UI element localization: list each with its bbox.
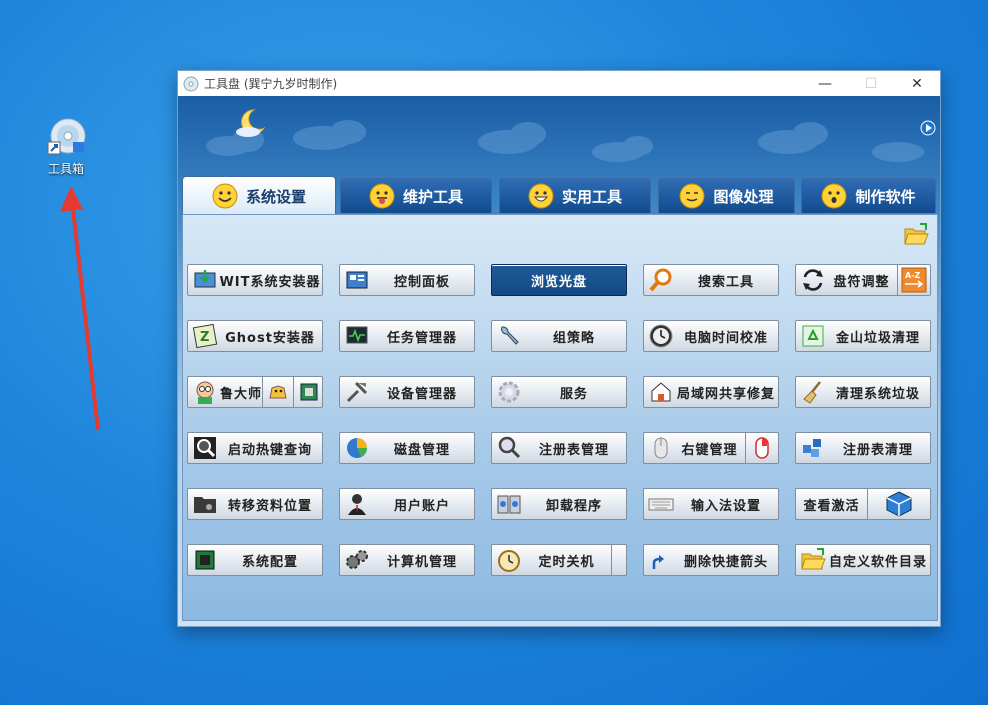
mouse-icon	[654, 437, 668, 459]
gear-icon	[498, 381, 520, 403]
open-folder-icon[interactable]	[903, 223, 929, 247]
grin-icon	[528, 183, 554, 209]
input-method-settings-button[interactable]: 输入法设置	[643, 488, 779, 520]
device-manager-button[interactable]: 设备管理器	[339, 376, 475, 408]
check-activation-button[interactable]: 查看激活	[795, 488, 931, 520]
pie-disk-icon	[347, 438, 367, 458]
move-data-location-button[interactable]: 转移资料位置	[187, 488, 323, 520]
recycle-icon	[802, 325, 824, 347]
smiley-icon	[212, 183, 238, 209]
magnifier-icon	[649, 268, 672, 292]
tab-label: 系统设置	[245, 187, 306, 206]
dark-magnifier-icon	[194, 437, 216, 459]
tab-maintenance-tools[interactable]: 维护工具	[340, 178, 492, 213]
user-accounts-button[interactable]: 用户账户	[339, 488, 475, 520]
search-tool-button[interactable]: 搜索工具	[643, 264, 779, 296]
tab-panel: WIT系统安装器 控制面板 浏览光盘 搜索工具 盘符调整 A-Z Z Ghost…	[182, 214, 938, 621]
scheduled-shutdown-button[interactable]: 定时关机	[491, 544, 627, 576]
wit-installer-button[interactable]: WIT系统安装器	[187, 264, 323, 296]
master-lu-face-icon	[196, 381, 214, 404]
clean-system-junk-button[interactable]: 清理系统垃圾	[795, 376, 931, 408]
time-sync-button[interactable]: 电脑时间校准	[643, 320, 779, 352]
keyboard-icon	[648, 498, 674, 511]
installer-icon	[194, 270, 216, 288]
drive-letter-adjust-button[interactable]: 盘符调整 A-Z	[795, 264, 931, 296]
close-button[interactable]: ✕	[894, 71, 940, 96]
tab-system-settings[interactable]: 系统设置	[182, 176, 336, 215]
tab-label: 制作软件	[855, 187, 916, 206]
broom-icon	[803, 381, 821, 404]
registry-manager-button[interactable]: 注册表管理	[491, 432, 627, 464]
dog-icon	[262, 377, 293, 407]
browse-disc-button[interactable]: 浏览光盘	[491, 264, 627, 296]
search-icon	[498, 436, 521, 459]
task-manager-button[interactable]: 任务管理器	[339, 320, 475, 352]
tab-label: 图像处理	[713, 187, 774, 206]
az-sort-icon: A-Z	[897, 265, 930, 295]
context-menu-manager-button[interactable]: 右键管理	[643, 432, 779, 464]
tab-label: 实用工具	[561, 187, 622, 206]
clock-icon	[649, 324, 673, 348]
dark-folder-icon	[194, 497, 216, 513]
home-network-icon	[651, 382, 671, 402]
red-mouse-icon	[745, 433, 778, 463]
folder-icon	[801, 548, 826, 570]
shortcut-arrow-icon	[652, 555, 664, 569]
svg-text:Z: Z	[200, 330, 209, 345]
moon-icon	[236, 109, 266, 137]
services-button[interactable]: 服务	[491, 376, 627, 408]
title-bar[interactable]: 工具盘 (巽宁九岁时制作) — ☐ ✕	[178, 71, 940, 96]
lan-share-fix-button[interactable]: 局域网共享修复	[643, 376, 779, 408]
alarm-clock-icon	[498, 550, 520, 572]
cd-disc-icon	[46, 116, 86, 156]
tab-image-processing[interactable]: 图像处理	[658, 178, 795, 213]
tab-label: 维护工具	[402, 187, 463, 206]
master-lu-button[interactable]: 鲁大师	[187, 376, 323, 408]
sky-background: 系统设置 维护工具 实用工具 图像处理 制作软件 WIT系统安装器 控制面板 浏…	[178, 96, 940, 626]
remove-shortcut-arrow-button[interactable]: 删除快捷箭头	[643, 544, 779, 576]
chip-icon	[293, 377, 324, 407]
registry-blocks-icon	[803, 439, 821, 457]
user-icon	[348, 494, 366, 515]
uninstall-icon	[497, 495, 521, 514]
shutdown-extra-slot	[611, 545, 626, 575]
ghost-installer-button[interactable]: Z Ghost安装器	[187, 320, 323, 352]
hotkey-query-button[interactable]: 启动热键查询	[187, 432, 323, 464]
group-policy-button[interactable]: 组策略	[491, 320, 627, 352]
activation-cube-icon	[867, 489, 930, 519]
desktop-icon-toolbox[interactable]: 工具箱	[38, 116, 94, 177]
control-panel-button[interactable]: 控制面板	[339, 264, 475, 296]
tongue-smiley-icon	[369, 183, 395, 209]
window-title: 工具盘 (巽宁九岁时制作)	[204, 77, 338, 91]
control-panel-icon	[346, 271, 368, 289]
tab-utility-tools[interactable]: 实用工具	[499, 178, 651, 213]
sly-smiley-icon	[679, 183, 705, 209]
tools-icon	[346, 381, 368, 403]
custom-software-dir-button[interactable]: 自定义软件目录	[795, 544, 931, 576]
disk-management-button[interactable]: 磁盘管理	[339, 432, 475, 464]
play-icon[interactable]	[920, 120, 936, 136]
toolbox-window: 工具盘 (巽宁九岁时制作) — ☐ ✕ 系统设置 维护工具 实用工具 图像处理 …	[177, 70, 941, 627]
registry-cleaner-button[interactable]: 注册表清理	[795, 432, 931, 464]
kingsoft-cleaner-button[interactable]: 金山垃圾清理	[795, 320, 931, 352]
gears-icon	[346, 550, 368, 569]
cloud-decoration	[206, 120, 924, 162]
tab-make-software[interactable]: 制作软件	[801, 178, 936, 213]
desktop-icon-label: 工具箱	[47, 162, 84, 176]
uninstall-programs-button[interactable]: 卸载程序	[491, 488, 627, 520]
cpu-chip-icon	[195, 550, 215, 570]
swap-arrows-icon	[803, 269, 823, 291]
computer-management-button[interactable]: 计算机管理	[339, 544, 475, 576]
app-cd-icon	[183, 76, 199, 91]
ghost-icon: Z	[192, 323, 218, 349]
maximize-button: ☐	[864, 75, 878, 92]
minimize-button[interactable]: —	[802, 71, 848, 96]
task-monitor-icon	[346, 326, 368, 344]
surprised-icon	[821, 183, 847, 209]
wrench-icon	[501, 326, 519, 345]
system-config-button[interactable]: 系统配置	[187, 544, 323, 576]
svg-text:A-Z: A-Z	[905, 271, 921, 280]
